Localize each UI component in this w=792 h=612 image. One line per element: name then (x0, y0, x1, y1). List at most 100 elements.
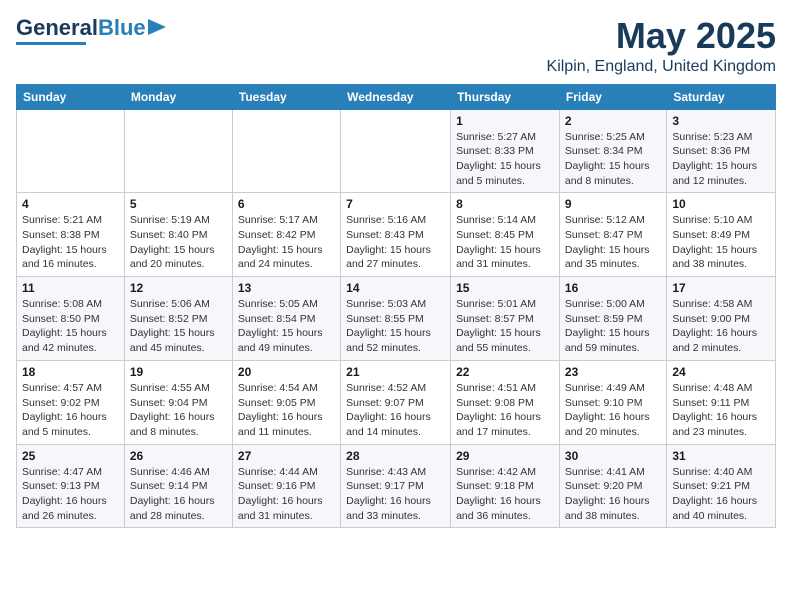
day-number: 11 (22, 281, 119, 295)
day-number: 19 (130, 365, 227, 379)
day-detail: Sunrise: 4:55 AM Sunset: 9:04 PM Dayligh… (130, 381, 227, 440)
calendar-table: SundayMondayTuesdayWednesdayThursdayFrid… (16, 84, 776, 529)
day-detail: Sunrise: 5:19 AM Sunset: 8:40 PM Dayligh… (130, 213, 227, 272)
calendar-cell: 8Sunrise: 5:14 AM Sunset: 8:45 PM Daylig… (451, 193, 560, 277)
day-number: 9 (565, 197, 661, 211)
day-number: 3 (672, 114, 770, 128)
day-number: 12 (130, 281, 227, 295)
day-number: 20 (238, 365, 335, 379)
calendar-cell: 30 Sunrise: 4:41 AM Sunset: 9:20 PM Dayli… (559, 444, 666, 528)
calendar-cell: 10 Sunrise: 5:10 AM Sunset: 8:49 PM Dayli… (667, 193, 776, 277)
weekday-header: Thursday (451, 84, 560, 109)
calendar-body: 1Sunrise: 5:27 AM Sunset: 8:33 PM Daylig… (17, 109, 776, 528)
calendar-cell: 13Sunrise: 5:05 AM Sunset: 8:54 PM Dayli… (232, 277, 340, 361)
day-detail: Sunrise: 5:06 AM Sunset: 8:52 PM Dayligh… (130, 297, 227, 356)
day-number: 16 (565, 281, 661, 295)
day-number: 10 (672, 197, 770, 211)
day-detail: Sunrise: 5:10 AM Sunset: 8:49 PM Dayligh… (672, 213, 770, 272)
calendar-cell: 20 Sunrise: 4:54 AM Sunset: 9:05 PM Dayli… (232, 360, 340, 444)
day-detail: Sunrise: 4:58 AM Sunset: 9:00 PM Dayligh… (672, 297, 770, 356)
calendar-cell: 11 Sunrise: 5:08 AM Sunset: 8:50 PM Dayli… (17, 277, 125, 361)
calendar-cell: 19 Sunrise: 4:55 AM Sunset: 9:04 PM Dayli… (124, 360, 232, 444)
day-number: 27 (238, 449, 335, 463)
day-number: 1 (456, 114, 554, 128)
calendar-cell: 4Sunrise: 5:21 AM Sunset: 8:38 PM Daylig… (17, 193, 125, 277)
day-number: 4 (22, 197, 119, 211)
day-detail: Sunrise: 4:40 AM Sunset: 9:21 PM Dayligh… (672, 465, 770, 524)
day-detail: Sunrise: 4:46 AM Sunset: 9:14 PM Dayligh… (130, 465, 227, 524)
calendar-cell: 15Sunrise: 5:01 AM Sunset: 8:57 PM Dayli… (451, 277, 560, 361)
calendar-week-row: 11 Sunrise: 5:08 AM Sunset: 8:50 PM Dayli… (17, 277, 776, 361)
day-number: 5 (130, 197, 227, 211)
calendar-cell: 12 Sunrise: 5:06 AM Sunset: 8:52 PM Dayli… (124, 277, 232, 361)
day-number: 21 (346, 365, 445, 379)
page-header: GeneralBlue May 2025 Kilpin, England, Un… (16, 16, 776, 76)
calendar-cell: 21Sunrise: 4:52 AM Sunset: 9:07 PM Dayli… (341, 360, 451, 444)
calendar-cell: 23 Sunrise: 4:49 AM Sunset: 9:10 PM Dayli… (559, 360, 666, 444)
calendar-cell: 9 Sunrise: 5:12 AM Sunset: 8:47 PM Daylig… (559, 193, 666, 277)
location: Kilpin, England, United Kingdom (547, 58, 776, 76)
day-detail: Sunrise: 5:03 AM Sunset: 8:55 PM Dayligh… (346, 297, 445, 356)
title-block: May 2025 Kilpin, England, United Kingdom (547, 16, 776, 76)
day-detail: Sunrise: 5:23 AM Sunset: 8:36 PM Dayligh… (672, 130, 770, 189)
logo-icon (148, 19, 166, 37)
calendar-week-row: 18 Sunrise: 4:57 AM Sunset: 9:02 PM Dayli… (17, 360, 776, 444)
logo-text: GeneralBlue (16, 16, 146, 40)
weekday-header: Friday (559, 84, 666, 109)
weekday-header: Sunday (17, 84, 125, 109)
day-number: 18 (22, 365, 119, 379)
day-detail: Sunrise: 5:01 AM Sunset: 8:57 PM Dayligh… (456, 297, 554, 356)
logo-underline (16, 42, 86, 45)
day-detail: Sunrise: 4:42 AM Sunset: 9:18 PM Dayligh… (456, 465, 554, 524)
day-detail: Sunrise: 4:48 AM Sunset: 9:11 PM Dayligh… (672, 381, 770, 440)
day-detail: Sunrise: 4:41 AM Sunset: 9:20 PM Dayligh… (565, 465, 661, 524)
calendar-cell: 27 Sunrise: 4:44 AM Sunset: 9:16 PM Dayli… (232, 444, 340, 528)
day-number: 14 (346, 281, 445, 295)
calendar-cell: 14 Sunrise: 5:03 AM Sunset: 8:55 PM Dayli… (341, 277, 451, 361)
calendar-cell: 3 Sunrise: 5:23 AM Sunset: 8:36 PM Daylig… (667, 109, 776, 193)
calendar-cell: 2 Sunrise: 5:25 AM Sunset: 8:34 PM Daylig… (559, 109, 666, 193)
day-detail: Sunrise: 5:08 AM Sunset: 8:50 PM Dayligh… (22, 297, 119, 356)
day-detail: Sunrise: 4:44 AM Sunset: 9:16 PM Dayligh… (238, 465, 335, 524)
day-number: 23 (565, 365, 661, 379)
day-detail: Sunrise: 5:12 AM Sunset: 8:47 PM Dayligh… (565, 213, 661, 272)
day-detail: Sunrise: 5:17 AM Sunset: 8:42 PM Dayligh… (238, 213, 335, 272)
calendar-cell: 28Sunrise: 4:43 AM Sunset: 9:17 PM Dayli… (341, 444, 451, 528)
day-detail: Sunrise: 4:57 AM Sunset: 9:02 PM Dayligh… (22, 381, 119, 440)
calendar-cell (232, 109, 340, 193)
day-number: 31 (672, 449, 770, 463)
day-detail: Sunrise: 4:47 AM Sunset: 9:13 PM Dayligh… (22, 465, 119, 524)
calendar-week-row: 4Sunrise: 5:21 AM Sunset: 8:38 PM Daylig… (17, 193, 776, 277)
day-detail: Sunrise: 5:25 AM Sunset: 8:34 PM Dayligh… (565, 130, 661, 189)
calendar-cell: 18 Sunrise: 4:57 AM Sunset: 9:02 PM Dayli… (17, 360, 125, 444)
day-detail: Sunrise: 5:14 AM Sunset: 8:45 PM Dayligh… (456, 213, 554, 272)
calendar-cell (341, 109, 451, 193)
calendar-cell (17, 109, 125, 193)
day-detail: Sunrise: 5:00 AM Sunset: 8:59 PM Dayligh… (565, 297, 661, 356)
day-number: 6 (238, 197, 335, 211)
weekday-header: Wednesday (341, 84, 451, 109)
day-number: 30 (565, 449, 661, 463)
day-detail: Sunrise: 4:49 AM Sunset: 9:10 PM Dayligh… (565, 381, 661, 440)
calendar-cell: 5 Sunrise: 5:19 AM Sunset: 8:40 PM Daylig… (124, 193, 232, 277)
header-row: SundayMondayTuesdayWednesdayThursdayFrid… (17, 84, 776, 109)
day-number: 7 (346, 197, 445, 211)
day-number: 26 (130, 449, 227, 463)
calendar-cell: 26 Sunrise: 4:46 AM Sunset: 9:14 PM Dayli… (124, 444, 232, 528)
calendar-cell: 6 Sunrise: 5:17 AM Sunset: 8:42 PM Daylig… (232, 193, 340, 277)
day-detail: Sunrise: 4:43 AM Sunset: 9:17 PM Dayligh… (346, 465, 445, 524)
day-number: 22 (456, 365, 554, 379)
calendar-header: SundayMondayTuesdayWednesdayThursdayFrid… (17, 84, 776, 109)
day-detail: Sunrise: 4:54 AM Sunset: 9:05 PM Dayligh… (238, 381, 335, 440)
day-number: 29 (456, 449, 554, 463)
calendar-cell: 1Sunrise: 5:27 AM Sunset: 8:33 PM Daylig… (451, 109, 560, 193)
day-detail: Sunrise: 5:16 AM Sunset: 8:43 PM Dayligh… (346, 213, 445, 272)
calendar-cell: 17 Sunrise: 4:58 AM Sunset: 9:00 PM Dayli… (667, 277, 776, 361)
day-number: 2 (565, 114, 661, 128)
weekday-header: Tuesday (232, 84, 340, 109)
calendar-week-row: 1Sunrise: 5:27 AM Sunset: 8:33 PM Daylig… (17, 109, 776, 193)
calendar-cell: 24Sunrise: 4:48 AM Sunset: 9:11 PM Dayli… (667, 360, 776, 444)
day-number: 13 (238, 281, 335, 295)
day-number: 17 (672, 281, 770, 295)
day-detail: Sunrise: 4:51 AM Sunset: 9:08 PM Dayligh… (456, 381, 554, 440)
